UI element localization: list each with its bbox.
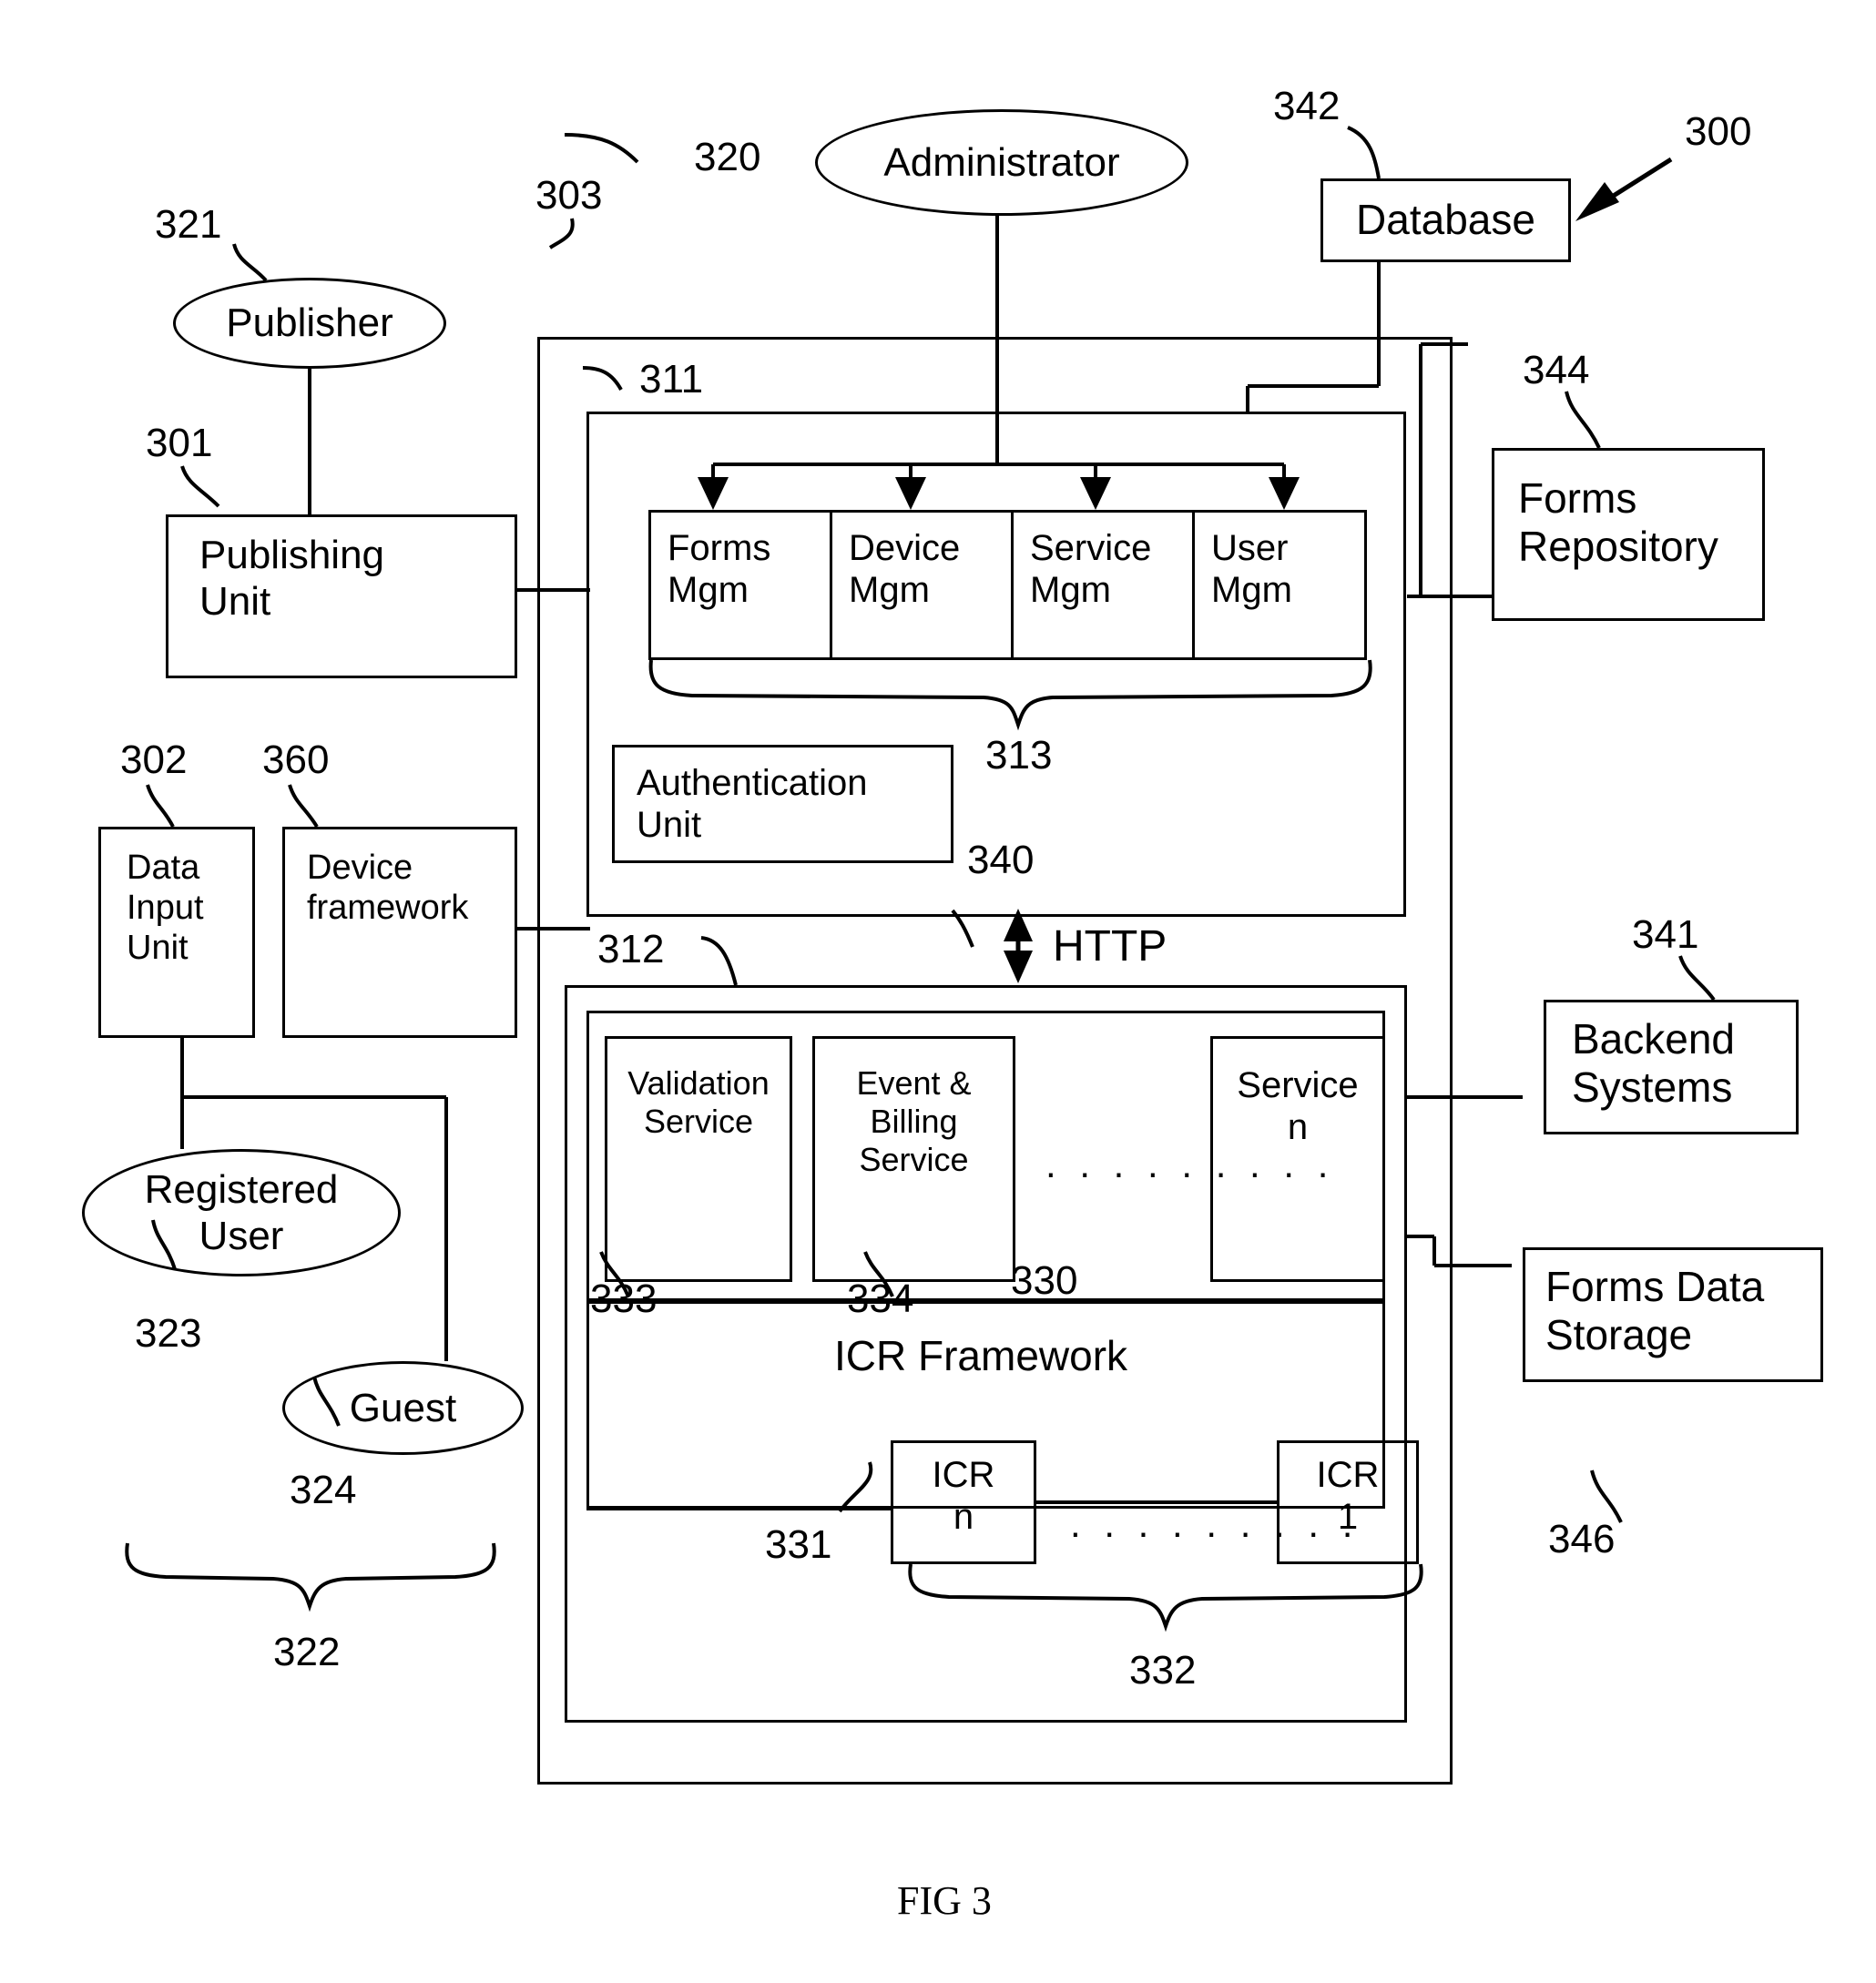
- forms-data-storage-label: Forms Data Storage: [1545, 1263, 1765, 1359]
- ref-323: 323: [135, 1311, 202, 1356]
- ref-342: 342: [1273, 84, 1341, 128]
- figure-caption: FIG 3: [897, 1878, 992, 1923]
- ref-322: 322: [273, 1630, 341, 1674]
- ref-340: 340: [967, 838, 1035, 882]
- ref-300: 300: [1685, 109, 1752, 154]
- ref-330: 330: [1011, 1258, 1078, 1303]
- database-box[interactable]: Database: [1320, 178, 1571, 262]
- ref-360: 360: [262, 737, 330, 782]
- figure-canvas: Publisher Administrator Registered User …: [0, 0, 1876, 1983]
- ref-332: 332: [1129, 1648, 1197, 1693]
- ref-320: 320: [694, 135, 761, 179]
- ref-341: 341: [1632, 912, 1699, 957]
- backend-systems-box[interactable]: Backend Systems: [1544, 1000, 1799, 1134]
- ref-333: 333: [590, 1276, 658, 1321]
- ref-302: 302: [120, 737, 188, 782]
- ref-312: 312: [597, 927, 665, 971]
- ref-301: 301: [146, 421, 213, 465]
- ref-344: 344: [1523, 348, 1590, 392]
- icr-connectors: [586, 1500, 1277, 1510]
- ref-331: 331: [765, 1522, 832, 1567]
- database-label: Database: [1356, 196, 1535, 244]
- forms-repository-box[interactable]: Forms Repository: [1492, 448, 1765, 621]
- ref-303: 303: [535, 173, 603, 218]
- ref-334: 334: [847, 1276, 914, 1321]
- ref-321: 321: [155, 202, 222, 247]
- backend-systems-label: Backend Systems: [1572, 1015, 1736, 1112]
- forms-data-storage-box[interactable]: Forms Data Storage: [1523, 1247, 1823, 1382]
- ref-311: 311: [639, 357, 704, 402]
- http-protocol-label: HTTP: [1053, 922, 1167, 971]
- forms-repository-label: Forms Repository: [1518, 474, 1718, 571]
- ref-346: 346: [1548, 1517, 1616, 1561]
- ref-313: 313: [985, 733, 1053, 778]
- ref-324: 324: [290, 1468, 357, 1512]
